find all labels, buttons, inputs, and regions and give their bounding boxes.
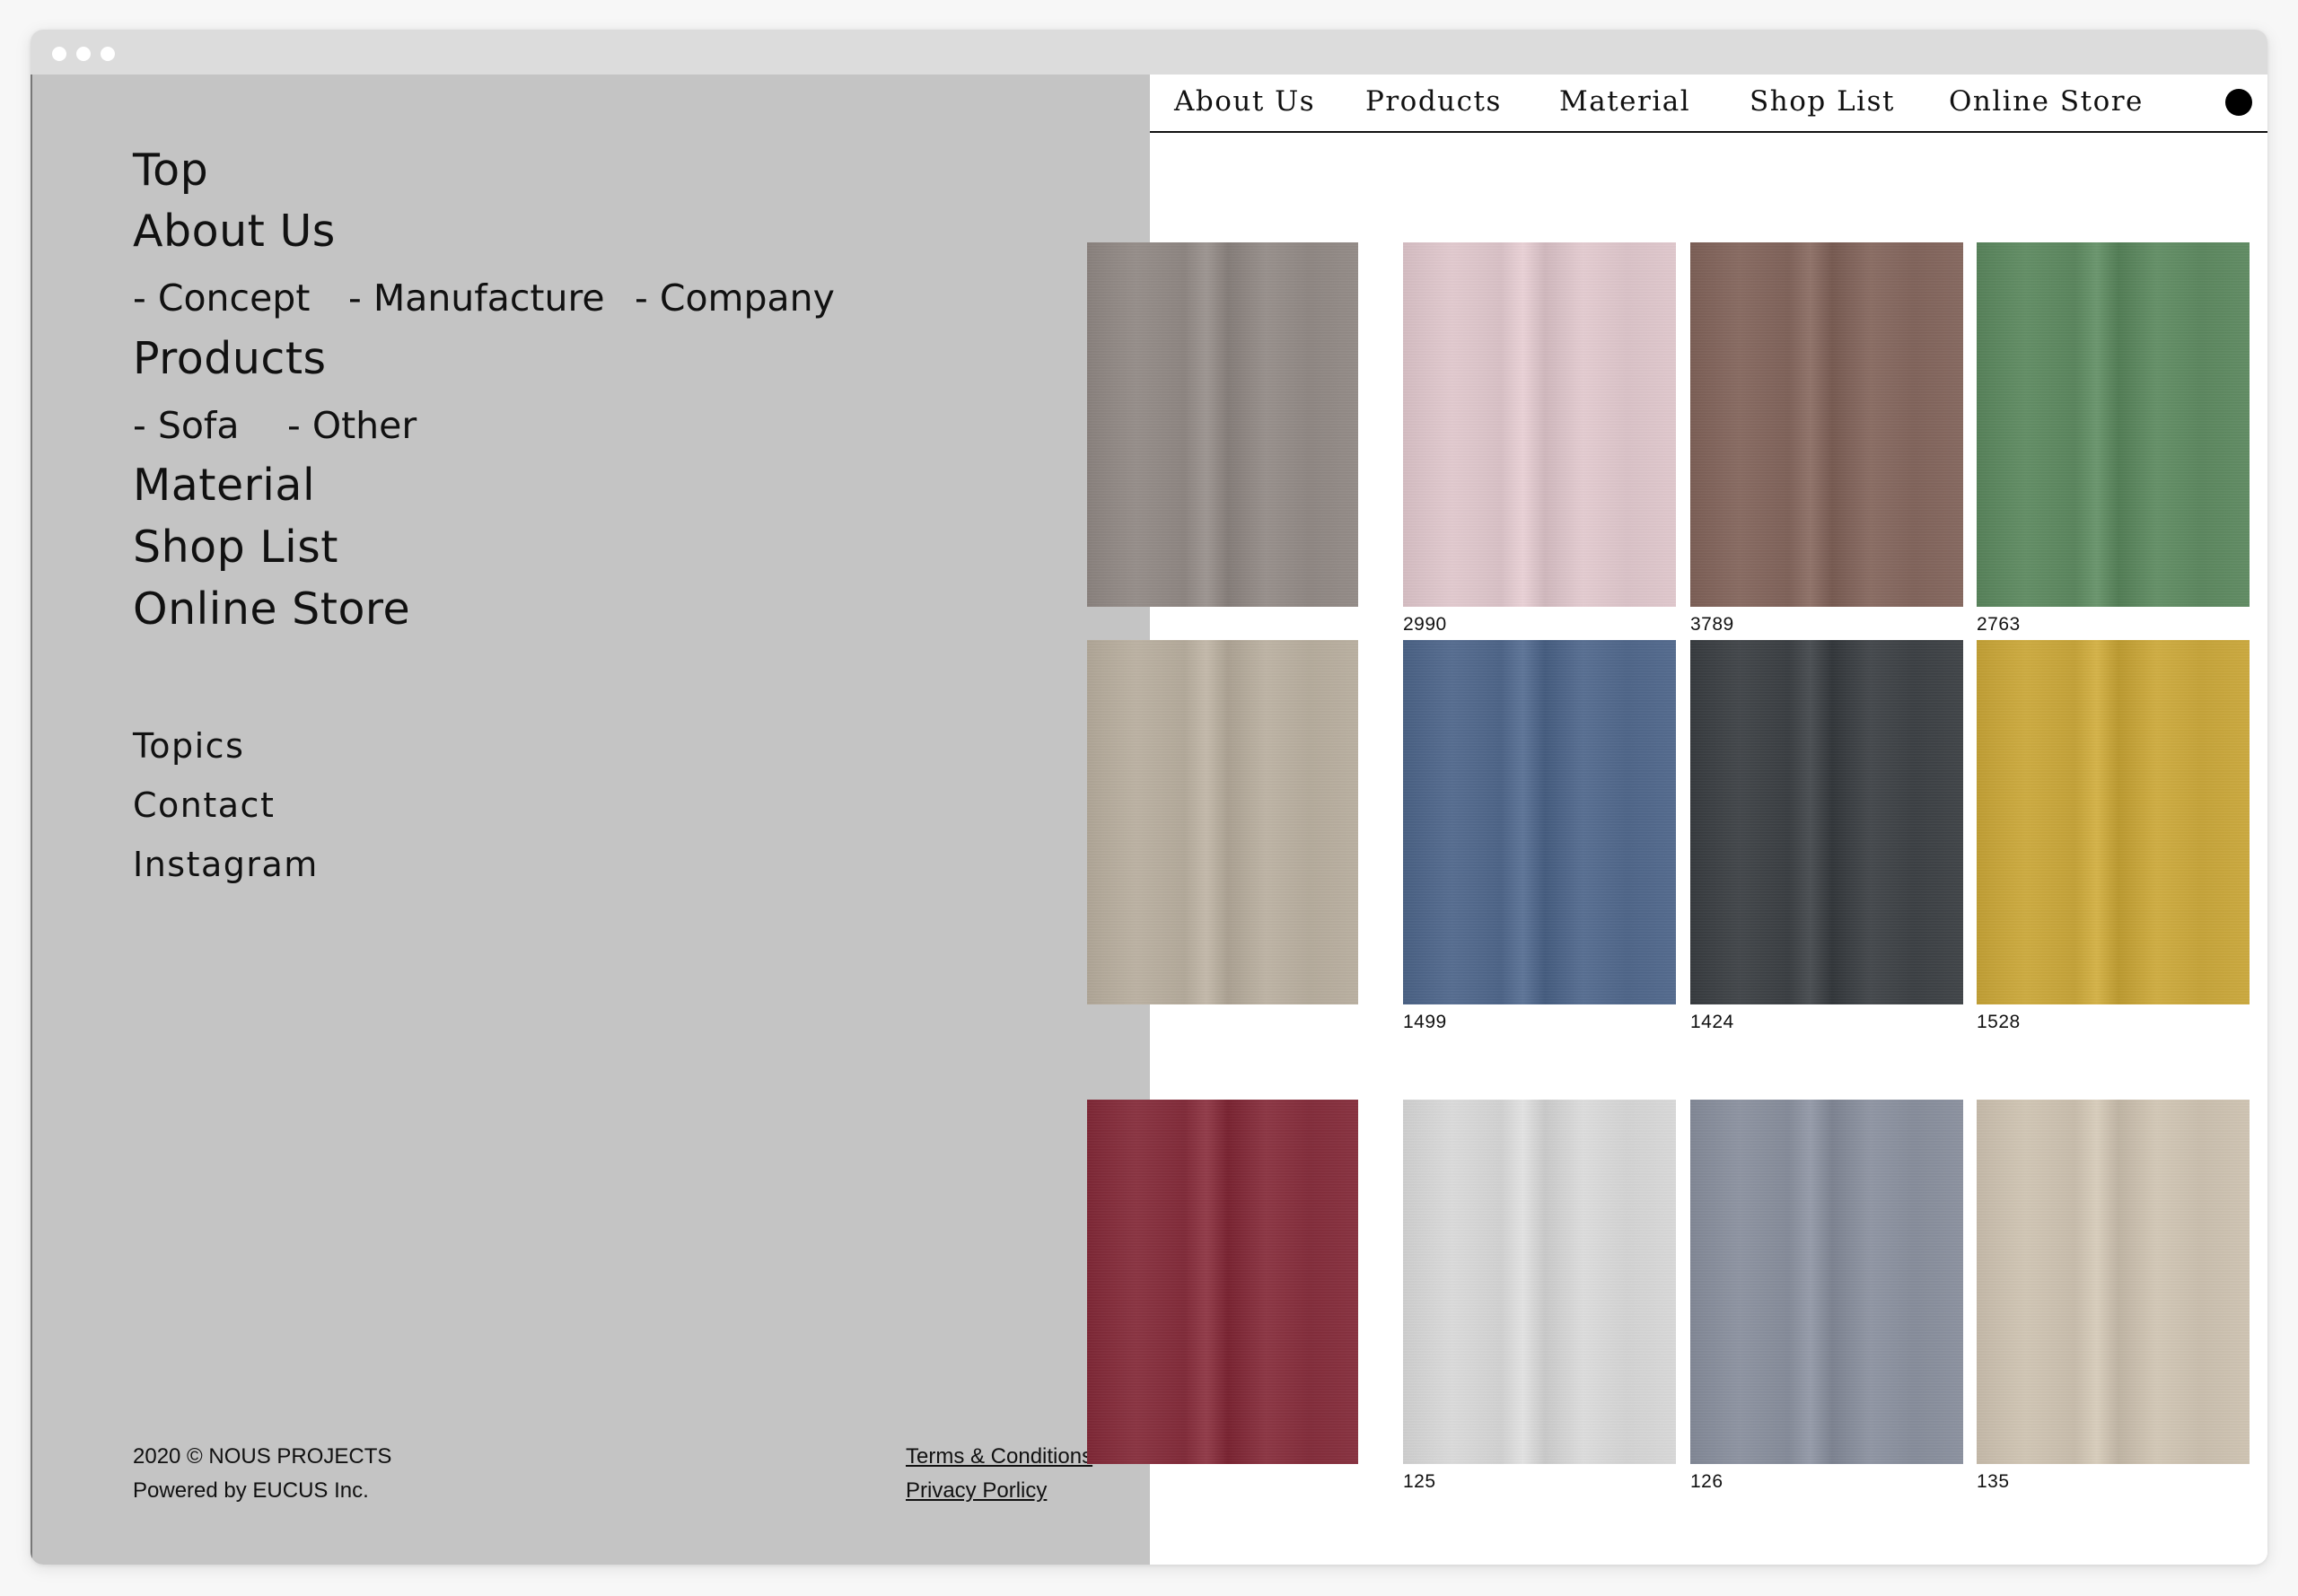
nav-online-store[interactable]: Online Store xyxy=(1949,85,2144,118)
fabric-swatch[interactable] xyxy=(1087,1100,1358,1464)
fabric-swatch[interactable] xyxy=(1087,640,1358,1004)
fabric-swatch[interactable] xyxy=(1690,640,1963,1004)
swatch-code-label: 3789 xyxy=(1690,614,1734,635)
menu-item-instagram[interactable]: Instagram xyxy=(133,845,319,884)
copyright-text: 2020 © NOUS PROJECTS xyxy=(133,1444,392,1469)
browser-window: Top About Us - Concept - Manufacture - C… xyxy=(31,30,2267,1565)
menu-panel: Top About Us - Concept - Manufacture - C… xyxy=(31,75,1150,1565)
menu-item-topics[interactable]: Topics xyxy=(133,726,244,766)
menu-subitem-other[interactable]: - Other xyxy=(287,404,417,447)
powered-by-text: Powered by EUCUS Inc. xyxy=(133,1478,369,1503)
swatch-code-label: 1499 xyxy=(1403,1012,1447,1032)
menu-item-material[interactable]: Material xyxy=(133,460,315,511)
fabric-swatch[interactable] xyxy=(1403,242,1676,607)
menu-subitem-company[interactable]: - Company xyxy=(635,276,835,320)
menu-item-products[interactable]: Products xyxy=(133,333,327,384)
nav-shop-list[interactable]: Shop List xyxy=(1750,85,1895,118)
privacy-link[interactable]: Privacy Porlicy xyxy=(906,1478,1047,1504)
fabric-swatch[interactable] xyxy=(1690,1100,1963,1464)
menu-item-online-store[interactable]: Online Store xyxy=(133,583,410,635)
content-area: About Us Products Material Shop List Onl… xyxy=(1087,75,2267,1565)
window-maximize-icon[interactable] xyxy=(101,47,115,61)
menu-item-shop-list[interactable]: Shop List xyxy=(133,522,338,573)
fabric-swatch[interactable] xyxy=(1087,242,1358,607)
nav-material[interactable]: Material xyxy=(1559,85,1690,118)
swatch-code-label: 126 xyxy=(1690,1471,1724,1492)
swatch-code-label: 1528 xyxy=(1977,1012,2021,1032)
swatch-code-label: 1424 xyxy=(1690,1012,1734,1032)
fabric-swatch[interactable] xyxy=(1977,640,2250,1004)
menu-item-about-us[interactable]: About Us xyxy=(133,206,336,257)
window-titlebar xyxy=(31,30,2267,75)
menu-subitem-sofa[interactable]: - Sofa xyxy=(133,404,240,447)
menu-item-top[interactable]: Top xyxy=(133,145,208,196)
circle-icon[interactable] xyxy=(2225,89,2252,116)
swatch-code-label: 2990 xyxy=(1403,614,1447,635)
top-navigation: About Us Products Material Shop List Onl… xyxy=(1150,75,2267,133)
fabric-swatch[interactable] xyxy=(1403,1100,1676,1464)
swatch-code-label: 135 xyxy=(1977,1471,2010,1492)
fabric-swatch[interactable] xyxy=(1403,640,1676,1004)
nav-products[interactable]: Products xyxy=(1365,85,1502,118)
fabric-swatch[interactable] xyxy=(1977,1100,2250,1464)
fabric-swatch[interactable] xyxy=(1690,242,1963,607)
terms-link[interactable]: Terms & Conditions xyxy=(906,1444,1092,1469)
menu-subitem-concept[interactable]: - Concept xyxy=(133,276,310,320)
window-minimize-icon[interactable] xyxy=(76,47,91,61)
swatch-code-label: 2763 xyxy=(1977,614,2021,635)
window-close-icon[interactable] xyxy=(52,47,66,61)
fabric-swatch[interactable] xyxy=(1977,242,2250,607)
swatch-code-label: 125 xyxy=(1403,1471,1436,1492)
nav-about-us[interactable]: About Us xyxy=(1174,85,1315,118)
menu-item-contact[interactable]: Contact xyxy=(133,785,275,825)
menu-subitem-manufacture[interactable]: - Manufacture xyxy=(348,276,605,320)
